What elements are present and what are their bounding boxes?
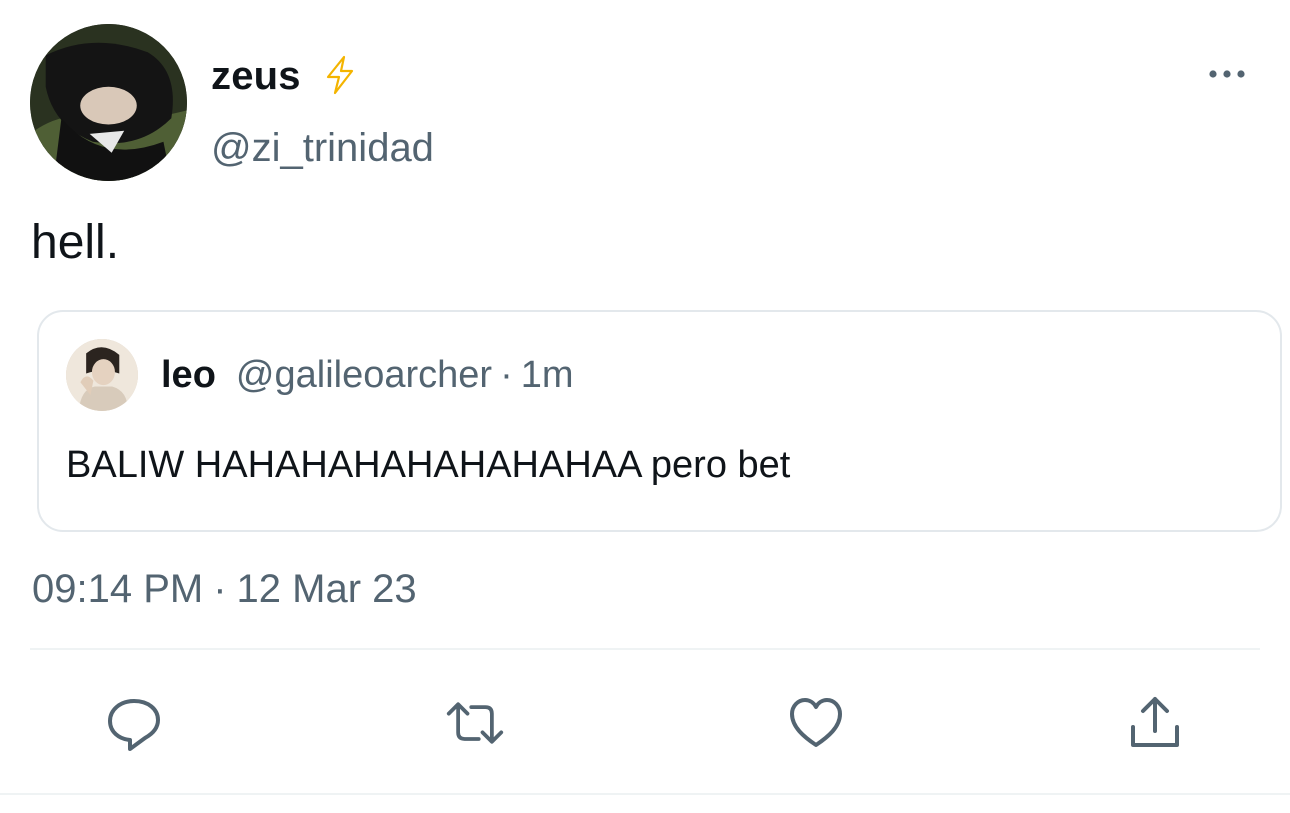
share-button[interactable] bbox=[1125, 693, 1185, 753]
tweet-detail: zeus @zi_trinidad hell. leo @galileoarche… bbox=[0, 0, 1290, 813]
divider bbox=[30, 648, 1260, 650]
tweet-text: hell. bbox=[31, 216, 120, 269]
like-button[interactable] bbox=[786, 693, 846, 753]
tweet-date: 12 Mar 23 bbox=[236, 567, 417, 611]
timestamp-separator: · bbox=[213, 567, 227, 611]
quoted-tweet-card[interactable]: leo @galileoarcher · 1m BALIW HAHAHAHAHAHAH… bbox=[37, 310, 1282, 532]
share-icon bbox=[1131, 697, 1179, 747]
quoted-separator: · bbox=[500, 354, 513, 396]
quoted-handle: @galileoarcher bbox=[235, 354, 493, 396]
tweet-timestamp[interactable]: 09:14 PM · 12 Mar 23 bbox=[32, 565, 417, 613]
bottom-divider bbox=[0, 793, 1290, 795]
author-display-name[interactable]: zeus bbox=[211, 52, 301, 100]
retweet-button[interactable] bbox=[445, 693, 505, 753]
author-avatar[interactable] bbox=[30, 24, 187, 181]
reply-icon bbox=[108, 699, 160, 751]
quoted-display-name: leo bbox=[161, 354, 216, 396]
retweet-icon bbox=[446, 702, 504, 744]
reply-button[interactable] bbox=[104, 693, 164, 753]
quoted-tweet-header: leo @galileoarcher · 1m bbox=[161, 352, 574, 398]
more-options-icon[interactable] bbox=[1206, 62, 1248, 86]
lightning-bolt-icon bbox=[326, 55, 354, 95]
author-handle[interactable]: @zi_trinidad bbox=[211, 124, 434, 172]
tweet-time: 09:14 PM bbox=[32, 567, 204, 611]
like-icon bbox=[790, 698, 842, 747]
quoted-tweet-text: BALIW HAHAHAHAHAHAHAHAA pero bet bbox=[66, 444, 791, 486]
quoted-author-avatar bbox=[66, 339, 138, 411]
quoted-time-ago: 1m bbox=[520, 354, 574, 396]
